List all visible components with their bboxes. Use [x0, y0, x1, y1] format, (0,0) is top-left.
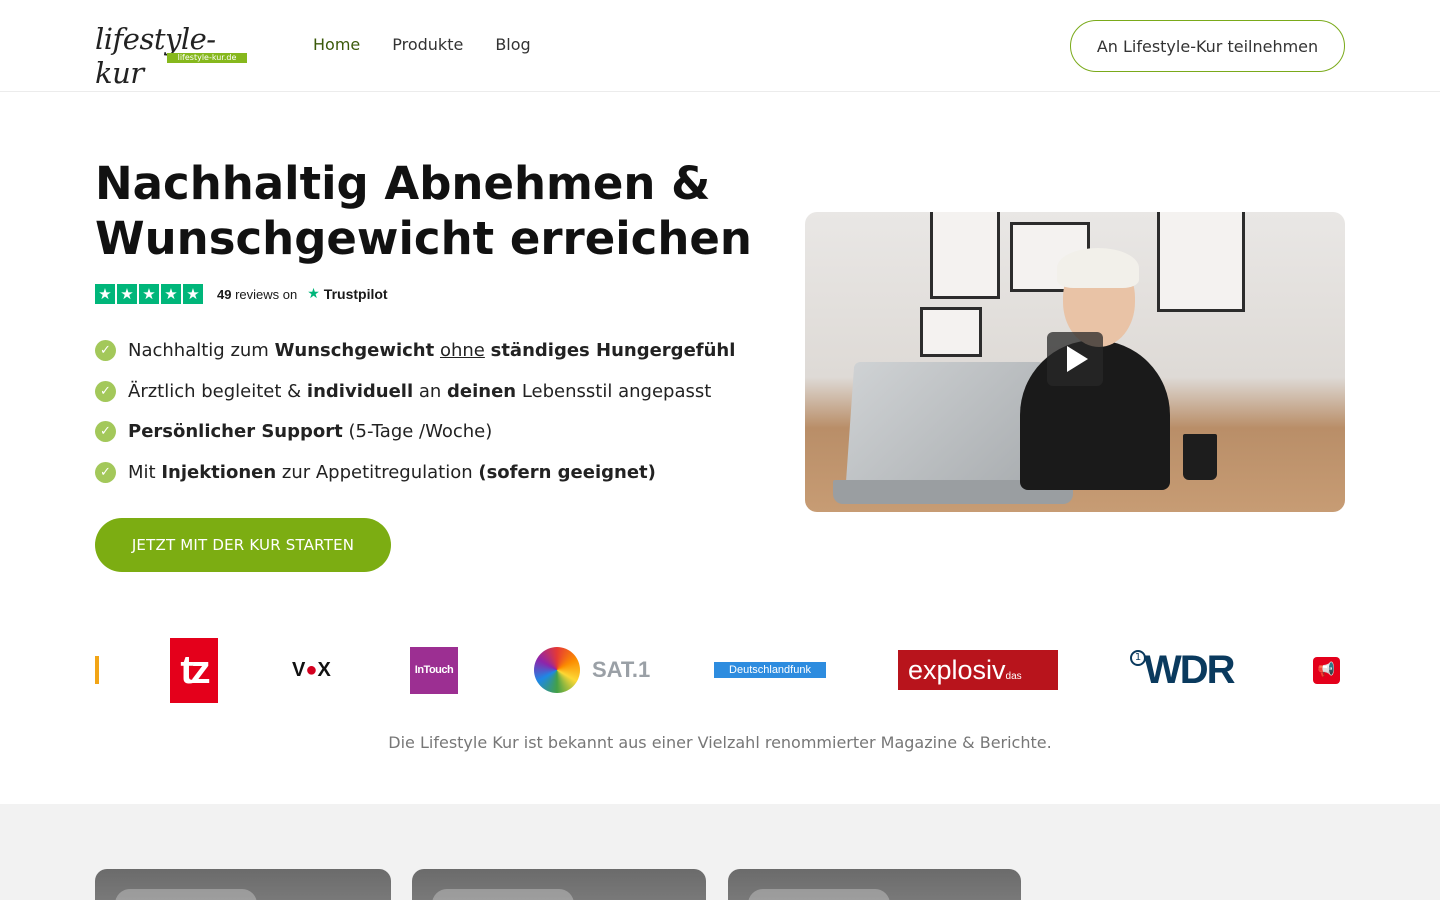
wall-frame [1157, 212, 1245, 312]
join-button[interactable]: An Lifestyle-Kur teilnehmen [1070, 20, 1345, 72]
product-card[interactable] [728, 869, 1021, 900]
benefit-text-part: Mit [128, 462, 162, 484]
vox-dot: ● [305, 658, 318, 681]
wall-frame [930, 212, 1000, 299]
product-card[interactable] [412, 869, 706, 900]
wdr-logo: 1 WDR [1130, 630, 1236, 710]
benefit-text-part: Ärztlich begleitet & [128, 380, 307, 402]
wall-frame [920, 307, 982, 357]
review-count-number: 49 [217, 286, 232, 302]
benefit-text-part: individuell [306, 380, 414, 402]
card-badge [748, 889, 890, 900]
check-icon: ✓ [95, 421, 116, 443]
benefit-text: Persönlicher Support (5-Tage /Woche) [128, 421, 492, 442]
star-icon: ★ [95, 284, 115, 304]
press-note: Die Lifestyle Kur ist bekannt aus einer … [388, 733, 1052, 752]
intouch-logo-mark: InTouch [410, 646, 458, 694]
check-icon: ✓ [95, 380, 116, 402]
explosiv-logo: explosivdas magazin [898, 630, 1058, 710]
benefit-text-part: (sofern geeignet) [478, 462, 656, 484]
trustpilot-brand: Trustpilot [323, 286, 388, 302]
benefit-text: Mit Injektionen zur Appetitregulation (s… [128, 462, 656, 483]
product-section [0, 804, 1440, 900]
nav-produkte[interactable]: Produkte [392, 34, 463, 56]
benefit-item: ✓ Persönlicher Support (5-Tage /Woche) [95, 418, 735, 445]
partial-logo-mark [95, 656, 99, 684]
site-header: lifestyle-kur lifestyle-kur.de Home Prod… [0, 0, 1440, 92]
wdr-text: WDR [1144, 647, 1236, 692]
benefit-text-part: deinen [447, 380, 517, 402]
logo-subtext: lifestyle-kur.de [167, 53, 247, 63]
trustpilot-widget[interactable]: ★ ★ ★ ★ ★ 49 reviews on ★ Trustpilot [95, 284, 388, 304]
review-count: 49 reviews on [217, 287, 297, 302]
sat1-ball-icon [534, 647, 580, 693]
reviews-on-text: reviews on [235, 286, 298, 302]
vox-logo-mark: V●X [292, 659, 331, 682]
benefit-text-part: (5-Tage /Woche) [342, 421, 493, 443]
logo[interactable]: lifestyle-kur lifestyle-kur.de [95, 22, 250, 90]
benefit-text: Nachhaltig zum Wunschgewicht ohne ständi… [128, 340, 735, 361]
deutschlandfunk-mark: Deutschlandfunk [714, 662, 826, 678]
play-triangle [1067, 346, 1088, 372]
vox-letter: V [292, 658, 306, 681]
benefit-text-part: zur Appetitregulation [276, 462, 479, 484]
hero-title: Nachhaltig Abnehmen & Wunschgewicht erre… [95, 157, 752, 265]
laptop [845, 362, 1045, 487]
intro-video[interactable] [805, 212, 1345, 512]
star-icon: ★ [161, 284, 181, 304]
benefit-text-part: ständiges Hungergefühl [490, 340, 736, 361]
megaphone-icon: 📢 [1313, 656, 1340, 684]
coffee-mug [1183, 434, 1217, 480]
start-course-button[interactable]: JETZT MIT DER KUR STARTEN [95, 518, 391, 572]
benefit-text-part: Wunschgewicht [274, 340, 435, 361]
nav-blog[interactable]: Blog [495, 34, 530, 56]
sat1-logo: SAT.1 [534, 630, 650, 710]
check-icon: ✓ [95, 340, 116, 361]
intouch-logo: InTouch [410, 630, 458, 710]
benefit-text-part: Nachhaltig zum [128, 340, 275, 361]
presenter-hair [1057, 248, 1139, 288]
vox-logo: V●X [292, 630, 331, 710]
explosiv-mark: explosivdas magazin [898, 650, 1058, 690]
tz-logo: tz [170, 630, 218, 710]
deutschlandfunk-logo: Deutschlandfunk [714, 630, 826, 710]
partial-logo [95, 630, 99, 710]
card-badge [115, 889, 257, 900]
benefit-text-part: an [413, 380, 448, 402]
explosiv-text: explosiv [908, 655, 1006, 685]
card-badge [432, 889, 574, 900]
benefit-list: ✓ Nachhaltig zum Wunschgewicht ohne ständ… [95, 337, 735, 500]
main-nav: Home Produkte Blog [313, 34, 531, 56]
star-icon: ★ [139, 284, 159, 304]
star-icon: ★ [183, 284, 203, 304]
check-icon: ✓ [95, 462, 116, 484]
megaphone-logo: 📢 [1313, 630, 1340, 710]
star-icon: ★ [117, 284, 137, 304]
tz-logo-mark: tz [170, 637, 218, 703]
benefit-text-part: Injektionen [161, 462, 277, 484]
sat1-text: SAT.1 [592, 657, 651, 682]
benefit-item: ✓ Mit Injektionen zur Appetitregulation (… [95, 459, 735, 486]
benefit-item: ✓ Nachhaltig zum Wunschgewicht ohne ständ… [95, 337, 735, 364]
product-card[interactable] [95, 869, 391, 900]
benefit-item: ✓ Ärztlich begleitet & individuell an dei… [95, 378, 735, 405]
trustpilot-star-icon: ★ [307, 286, 320, 302]
benefit-text-part: Persönlicher Support [128, 421, 343, 443]
trustpilot-stars: ★ ★ ★ ★ ★ [95, 284, 203, 304]
nav-home[interactable]: Home [313, 34, 360, 56]
vox-letter: X [317, 658, 331, 681]
press-logos: tz V●X InTouch SAT.1 Deutschlandfunk exp… [95, 630, 1345, 710]
benefit-text: Ärztlich begleitet & individuell an dein… [128, 381, 711, 402]
benefit-text-part: Lebensstil angepasst [516, 380, 712, 402]
play-icon[interactable] [1047, 332, 1103, 386]
benefit-text-part: ohne [439, 340, 485, 361]
